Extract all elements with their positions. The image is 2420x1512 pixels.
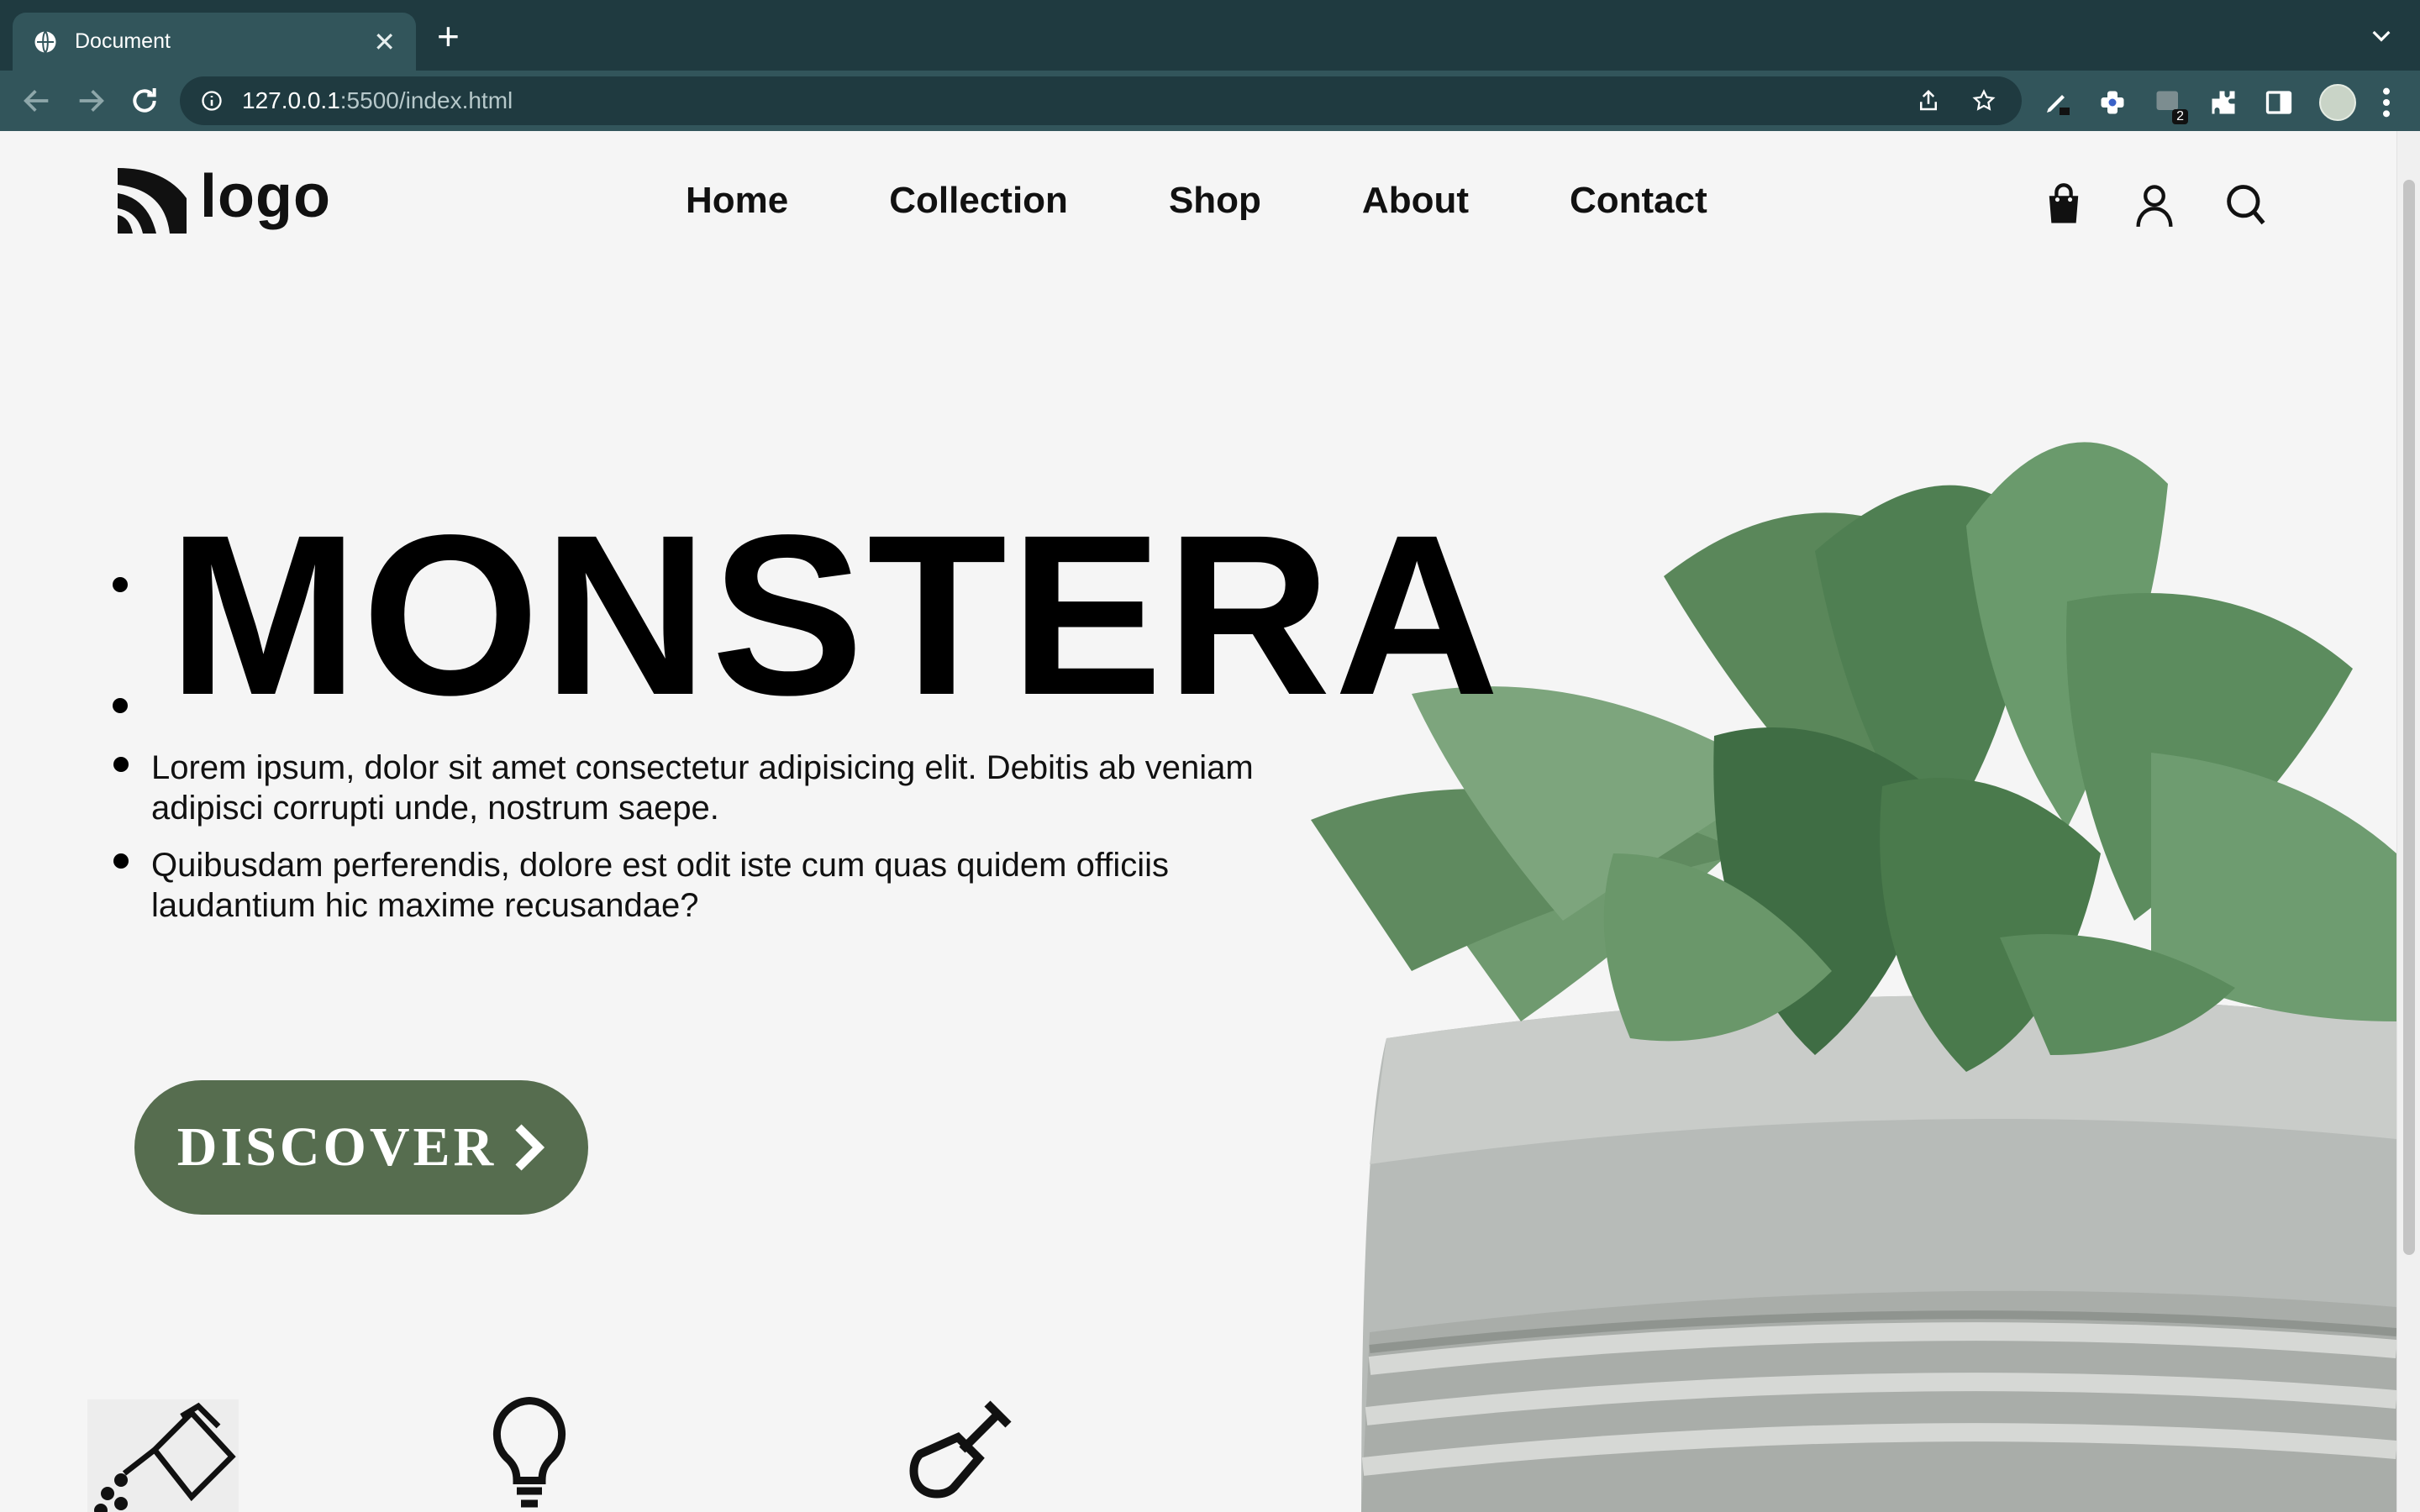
- nav-home[interactable]: Home: [686, 180, 788, 222]
- pen-extension-icon[interactable]: [2042, 87, 2072, 118]
- extensions-area: 2: [2042, 84, 2391, 124]
- shopping-bag-icon[interactable]: [2042, 181, 2086, 228]
- nav-about[interactable]: About: [1362, 180, 1469, 222]
- puzzle-blue-extension-icon[interactable]: [2097, 87, 2128, 118]
- web-page: logo Home Collection Shop About Contact …: [0, 131, 2396, 1512]
- forward-arrow-icon[interactable]: [74, 84, 108, 118]
- globe-icon: [33, 29, 58, 55]
- bookmark-star-icon[interactable]: [1971, 88, 1996, 113]
- nav-collection[interactable]: Collection: [889, 180, 1068, 222]
- more-menu-icon[interactable]: [2381, 86, 2391, 119]
- search-icon[interactable]: [2223, 181, 2267, 228]
- hero-paragraph: Lorem ipsum, dolor sit amet consectetur …: [151, 749, 1254, 827]
- hero-paragraph: Quibusdam perferendis, dolore est odit i…: [151, 847, 1169, 924]
- page-scrollbar[interactable]: [2396, 131, 2420, 1512]
- back-arrow-icon[interactable]: [20, 84, 54, 118]
- list-bullet: [113, 698, 128, 713]
- header-actions: [2042, 181, 2267, 228]
- tab-search-chevron-icon[interactable]: [2368, 22, 2395, 49]
- discover-button[interactable]: DISCOVER: [134, 1080, 588, 1215]
- scrollbar-thumb[interactable]: [2403, 180, 2415, 1255]
- list-bullet: [113, 577, 128, 592]
- url-host: 127.0.0.1: [242, 87, 340, 113]
- browser-tab-strip: Document ✕ +: [0, 0, 2420, 71]
- side-panel-icon[interactable]: [2264, 87, 2294, 118]
- logo-icon: [118, 168, 187, 234]
- extensions-puzzle-icon[interactable]: [2208, 87, 2238, 118]
- url-text: 127.0.0.1:5500/index.html: [242, 87, 513, 114]
- extension-badge: 2: [2172, 109, 2188, 124]
- site-logo[interactable]: logo: [114, 163, 331, 237]
- reload-icon[interactable]: [128, 84, 161, 118]
- chevron-right-icon: [515, 1124, 545, 1171]
- hero-title: MONSTERA: [168, 487, 1503, 743]
- nav-contact[interactable]: Contact: [1570, 180, 1707, 222]
- share-icon[interactable]: [1916, 88, 1941, 113]
- watering-can-icon: [87, 1399, 239, 1512]
- new-tab-button[interactable]: +: [437, 17, 460, 55]
- user-icon[interactable]: [2133, 181, 2176, 228]
- url-path: :5500/index.html: [339, 87, 513, 113]
- shovel-icon: [909, 1400, 1012, 1499]
- list-bullet: [113, 757, 129, 772]
- discover-button-label: DISCOVER: [176, 1116, 497, 1178]
- logo-text: logo: [200, 163, 331, 230]
- browser-tab[interactable]: Document ✕: [13, 13, 416, 71]
- address-bar[interactable]: 127.0.0.1:5500/index.html: [180, 76, 2022, 125]
- site-info-icon[interactable]: [200, 89, 224, 113]
- list-bullet: [113, 853, 129, 869]
- profile-avatar[interactable]: [2319, 84, 2356, 121]
- main-nav: Home Collection Shop About Contact: [686, 180, 1707, 222]
- shield-extension-icon[interactable]: 2: [2153, 87, 2188, 124]
- tab-title: Document: [75, 29, 171, 53]
- browser-toolbar: 127.0.0.1:5500/index.html 2: [0, 71, 2420, 131]
- lightbulb-icon: [492, 1396, 566, 1508]
- tab-close-icon[interactable]: ✕: [373, 29, 396, 55]
- nav-shop[interactable]: Shop: [1169, 180, 1261, 222]
